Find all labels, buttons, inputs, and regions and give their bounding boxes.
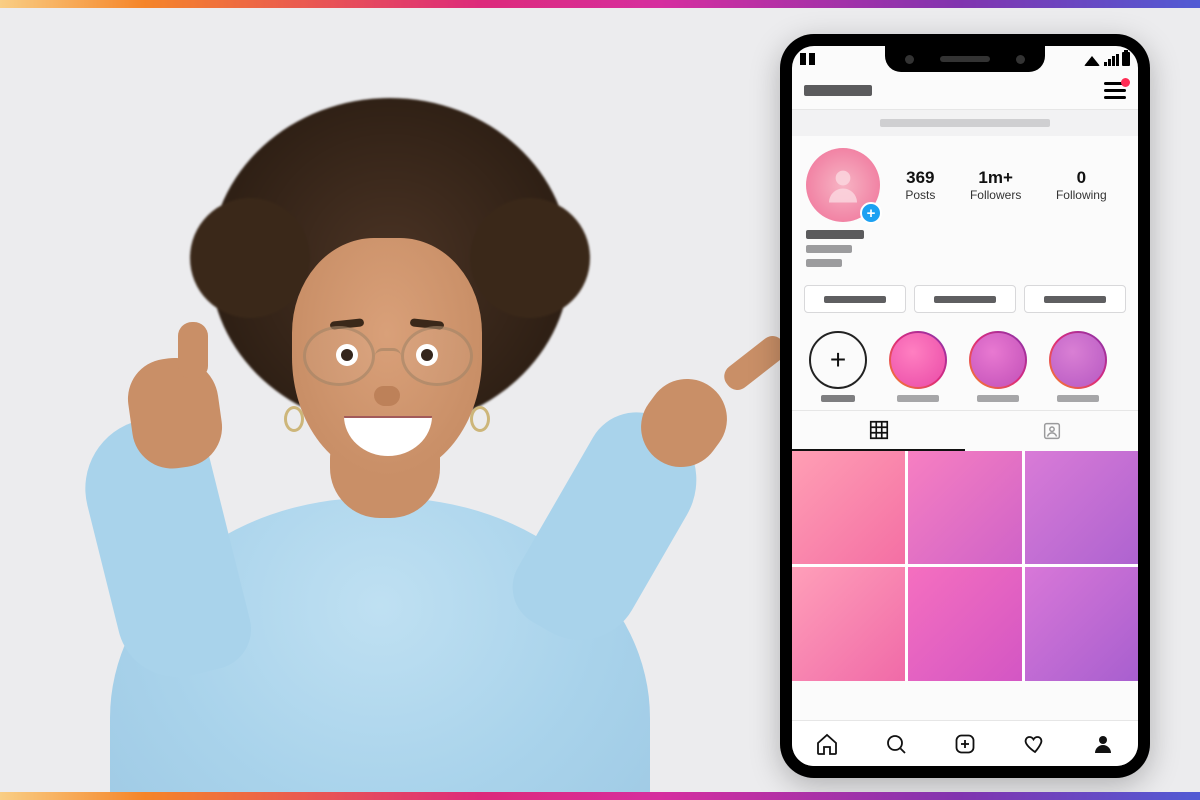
post-thumb[interactable] [792, 451, 905, 564]
bio-line-placeholder [806, 245, 852, 253]
highlight-thumb [891, 333, 945, 387]
profile-actions [792, 281, 1138, 323]
add-post-icon [953, 732, 977, 756]
nav-activity[interactable] [1022, 732, 1046, 756]
earring-icon [284, 406, 304, 432]
home-icon [815, 732, 839, 756]
nav-search[interactable] [884, 732, 908, 756]
signal-icon [1104, 54, 1118, 66]
bio-name-placeholder [806, 230, 864, 239]
nose [374, 386, 400, 406]
background-photo: + 369 Posts 1m+ Followers [0, 8, 1200, 792]
speaker-icon [940, 56, 990, 62]
grid-icon [868, 419, 890, 441]
promo-graphic: + 369 Posts 1m+ Followers [0, 0, 1200, 800]
sub-header-placeholder [792, 110, 1138, 136]
stat-value: 0 [1056, 168, 1107, 188]
tagged-icon [1041, 420, 1063, 442]
profile-tabs [792, 410, 1138, 451]
profile-header: + 369 Posts 1m+ Followers [792, 136, 1138, 228]
avatar[interactable]: + [806, 148, 880, 222]
bottom-navbar [792, 720, 1138, 766]
highlight-label-placeholder [821, 395, 855, 402]
action-button[interactable] [914, 285, 1016, 313]
post-thumb[interactable] [792, 567, 905, 680]
sensor-icon [1016, 55, 1025, 64]
stat-value: 369 [905, 168, 935, 188]
battery-icon [1122, 52, 1130, 66]
post-thumb[interactable] [908, 567, 1021, 680]
add-story-badge[interactable]: + [860, 202, 882, 224]
gradient-border-bottom [0, 792, 1200, 800]
highlight-item[interactable] [888, 331, 948, 402]
stat-following[interactable]: 0 Following [1056, 168, 1107, 202]
stat-followers[interactable]: 1m+ Followers [970, 168, 1021, 202]
person-illustration [60, 68, 680, 792]
highlight-item[interactable] [1048, 331, 1108, 402]
phone-notch [885, 46, 1045, 72]
highlight-label-placeholder [897, 395, 939, 402]
action-button[interactable] [804, 285, 906, 313]
tab-tagged[interactable] [965, 411, 1138, 451]
app-header [792, 72, 1138, 110]
post-thumb[interactable] [1025, 451, 1138, 564]
nav-profile[interactable] [1091, 732, 1115, 756]
front-camera-icon [905, 55, 914, 64]
glasses-icon [303, 326, 473, 386]
highlight-item[interactable] [968, 331, 1028, 402]
stat-label: Followers [970, 188, 1021, 202]
stat-label: Posts [905, 188, 935, 202]
bio-line-placeholder [806, 259, 842, 267]
highlight-thumb [971, 333, 1025, 387]
stat-posts[interactable]: 369 Posts [905, 168, 935, 202]
plus-icon: + [809, 331, 867, 389]
person-icon [822, 164, 864, 206]
gradient-border-top [0, 0, 1200, 8]
phone-mockup: + 369 Posts 1m+ Followers [780, 34, 1150, 778]
profile-bio [792, 228, 1138, 281]
tab-grid[interactable] [792, 411, 965, 451]
earring-icon [470, 406, 490, 432]
notification-dot-icon [1121, 78, 1130, 87]
post-thumb[interactable] [1025, 567, 1138, 680]
action-button[interactable] [1024, 285, 1126, 313]
menu-button[interactable] [1104, 82, 1126, 100]
highlight-label-placeholder [1057, 395, 1099, 402]
nav-home[interactable] [815, 732, 839, 756]
search-icon [884, 732, 908, 756]
wifi-icon [1084, 56, 1100, 66]
post-thumb[interactable] [908, 451, 1021, 564]
username-placeholder[interactable] [804, 85, 872, 96]
thumb-up-icon [178, 322, 208, 378]
profile-icon [1091, 732, 1115, 756]
highlight-new[interactable]: + [808, 331, 868, 402]
highlight-thumb [1051, 333, 1105, 387]
stat-value: 1m+ [970, 168, 1021, 188]
nav-add[interactable] [953, 732, 977, 756]
story-highlights: + [792, 323, 1138, 410]
posts-grid [792, 451, 1138, 681]
heart-icon [1022, 732, 1046, 756]
columns-icon [800, 53, 816, 65]
highlight-label-placeholder [977, 395, 1019, 402]
phone-screen: + 369 Posts 1m+ Followers [792, 46, 1138, 766]
stat-label: Following [1056, 188, 1107, 202]
profile-stats: 369 Posts 1m+ Followers 0 Following [888, 168, 1124, 202]
